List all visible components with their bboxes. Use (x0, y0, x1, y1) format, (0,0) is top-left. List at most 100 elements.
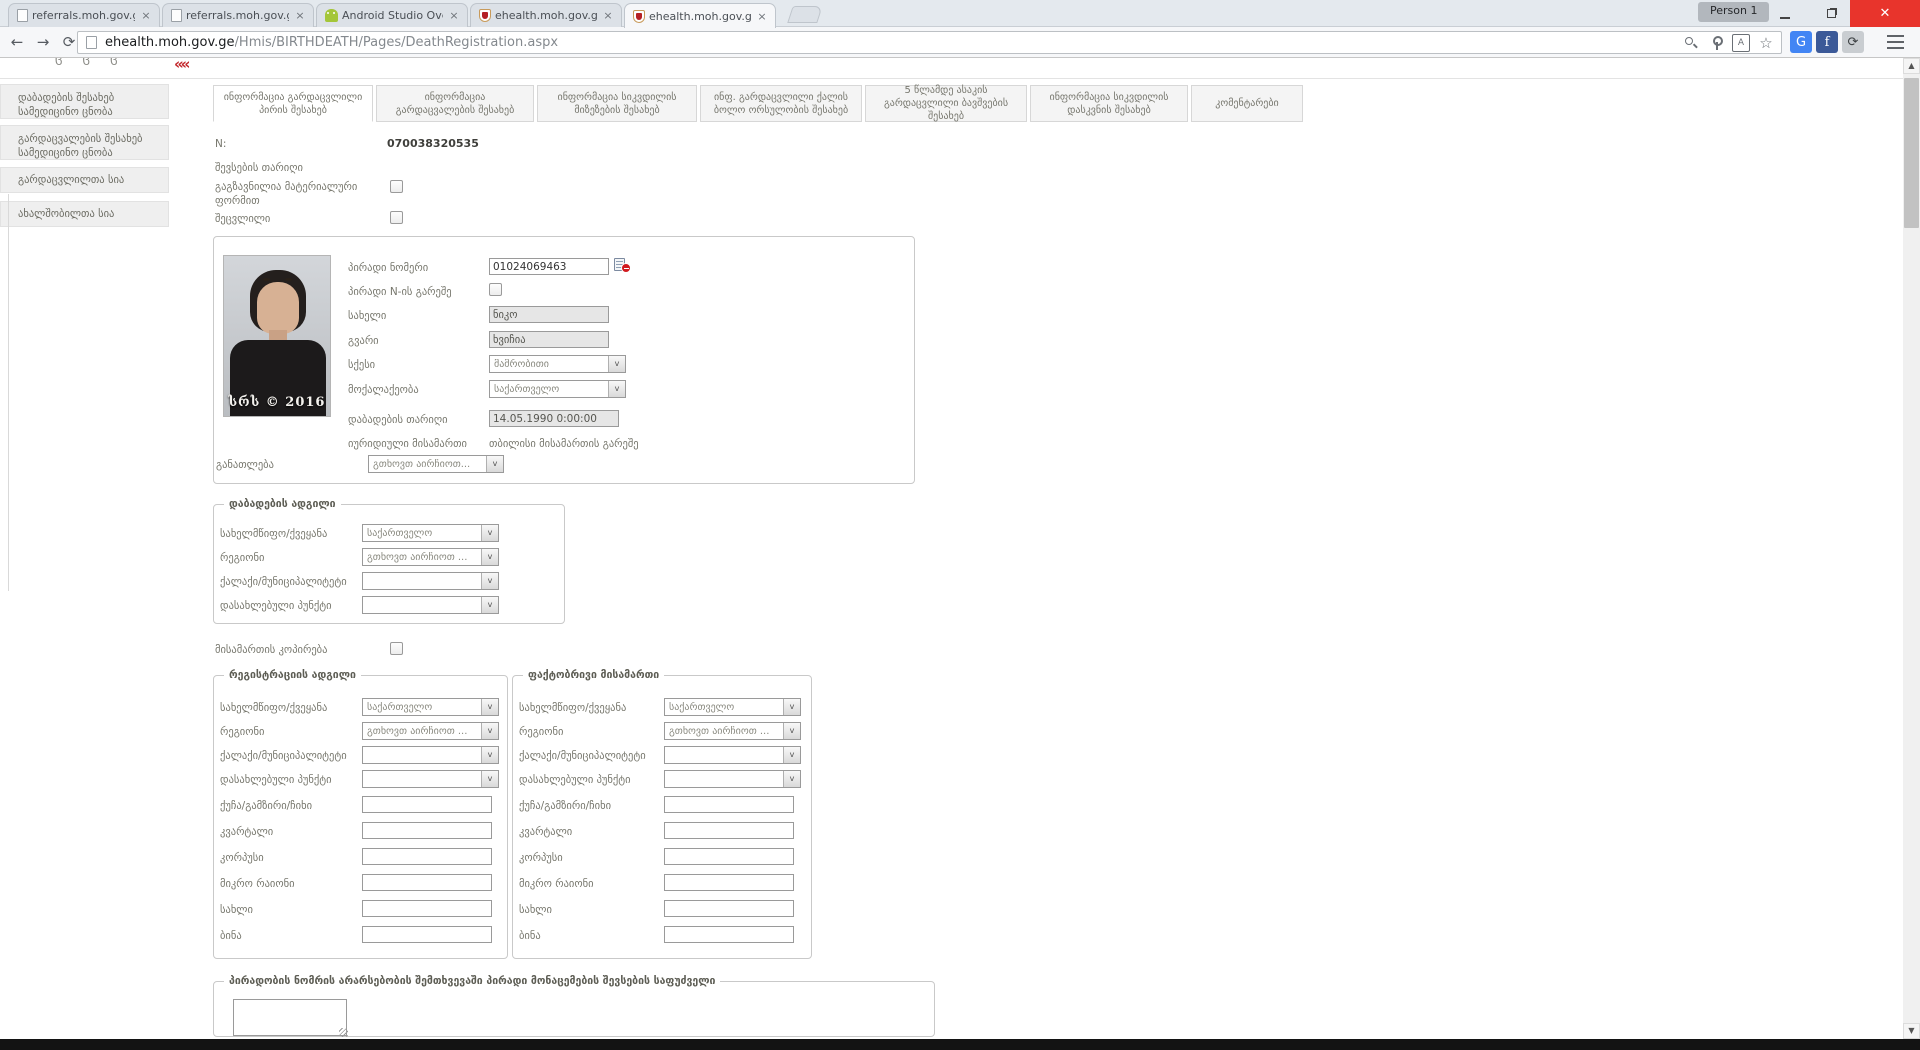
scroll-down-arrow[interactable]: ▼ (1903, 1023, 1920, 1039)
chevron-down-icon: v (608, 356, 625, 372)
reg-microdistrict-input[interactable] (362, 874, 492, 891)
without-personal-n-checkbox[interactable] (489, 283, 502, 296)
reg-region-select[interactable]: გთხოვთ აირჩიოთ ... v (362, 722, 499, 740)
reg-flat-input[interactable] (362, 926, 492, 943)
copy-address-checkbox[interactable] (390, 642, 403, 655)
birth-place-fieldset: დაბადების ადგილი სახელმწიფო/ქვეყანა საქა… (213, 498, 565, 624)
emblem-favicon-icon (479, 9, 491, 22)
flat-label: ბინა (519, 930, 541, 942)
reg-settlement-select[interactable]: v (362, 770, 499, 788)
zoom-icon[interactable] (1682, 34, 1700, 52)
tab-deceased-person-info[interactable]: ინფორმაცია გარდაცვლილი პირის შესახებ (213, 85, 373, 122)
back-button[interactable]: ← (5, 30, 29, 54)
browser-toolbar: ← → ⟳ ehealth.moh.gov.ge /Hmis/BIRTHDEAT… (0, 27, 1920, 58)
scroll-up-arrow[interactable]: ▲ (1903, 58, 1920, 74)
education-label: განათლება (216, 459, 274, 471)
tab-comments[interactable]: კომენტარები (1191, 85, 1303, 122)
sidebar-item-birth-certificate[interactable]: დაბადების შესახებ სამედიცინო ცნობა (0, 84, 169, 119)
tab-children-under5-info[interactable]: 5 წლამდე ასაკის გარდაცვლილი ბავშვების შე… (865, 85, 1027, 122)
reg-building-input[interactable] (362, 848, 492, 865)
fact-city-select[interactable]: v (664, 746, 801, 764)
registration-place-legend: რეგისტრაციის ადგილი (229, 669, 356, 681)
person-fieldset: სრს © 2016 პირადი ნომერი პირადი N-ის გარ… (213, 236, 915, 484)
fact-house-input[interactable] (664, 900, 794, 917)
reg-street-input[interactable] (362, 796, 492, 813)
url-field[interactable]: ehealth.moh.gov.ge /Hmis/BIRTHDEATH/Page… (77, 31, 1782, 54)
citizenship-select[interactable]: საქართველო v (489, 380, 626, 398)
fill-date-label: შევსების თარიღი (215, 162, 303, 174)
tab-close-icon[interactable]: × (139, 9, 153, 22)
fact-flat-input[interactable] (664, 926, 794, 943)
close-button[interactable]: ✕ (1850, 0, 1920, 27)
tab-close-icon[interactable]: × (293, 9, 307, 22)
forward-button[interactable]: → (31, 30, 55, 54)
bookmark-star-icon[interactable]: ☆ (1757, 34, 1775, 52)
first-name-input (489, 306, 609, 323)
fact-building-input[interactable] (664, 848, 794, 865)
browser-tab[interactable]: Android Studio Overview × (316, 3, 468, 27)
fact-settlement-select[interactable]: v (664, 770, 801, 788)
basis-textarea[interactable] (233, 999, 347, 1036)
maximize-button[interactable] (1812, 0, 1850, 27)
sex-select[interactable]: მამრობითი v (489, 355, 626, 373)
chevron-down-icon: v (783, 771, 800, 787)
key-icon[interactable] (1707, 34, 1725, 52)
sync-extension-icon[interactable]: ⟳ (1842, 31, 1864, 53)
fact-street-input[interactable] (664, 796, 794, 813)
minimize-icon (1780, 16, 1790, 19)
new-tab-button[interactable] (787, 6, 823, 23)
fact-microdistrict-input[interactable] (664, 874, 794, 891)
browser-tab[interactable]: referrals.moh.gov.ge/Refe × (162, 3, 314, 27)
chevron-down-icon: v (608, 381, 625, 397)
city-label: ქალაქი/მუნიციპალიტეტი (220, 576, 347, 588)
tab-close-icon[interactable]: × (601, 9, 615, 22)
reg-city-select[interactable]: v (362, 746, 499, 764)
reg-quarter-input[interactable] (362, 822, 492, 839)
tab-last-pregnancy-info[interactable]: ინფ. გარდაცვლილი ქალის ბოლო ორსულობის შე… (700, 85, 862, 122)
browser-tab-active[interactable]: ehealth.moh.gov.ge/Hmis × (624, 3, 776, 28)
translate-icon[interactable]: A (1732, 33, 1750, 52)
birth-city-select[interactable]: v (362, 572, 499, 590)
tab-death-conclusion-info[interactable]: ინფორმაცია სიკვდილის დასკვნის შესახებ (1030, 85, 1188, 122)
sidebar-item-newborn-list[interactable]: ახალშობილთა სია (0, 201, 169, 227)
collapse-sidebar-icon[interactable]: «« (174, 55, 190, 73)
browser-tab[interactable]: referrals.moh.gov.ge/Refe × (8, 3, 160, 27)
facebook-extension-icon[interactable]: f (1816, 31, 1838, 53)
changed-checkbox[interactable] (390, 211, 403, 224)
minimize-button[interactable] (1765, 0, 1805, 27)
tab-close-icon[interactable]: × (447, 9, 461, 22)
personal-number-input[interactable] (489, 258, 609, 275)
sidebar-item-deceased-list[interactable]: გარდაცვლილთა სია (0, 167, 169, 193)
birth-region-select[interactable]: გთხოვთ აირჩიოთ ... v (362, 548, 499, 566)
fact-quarter-input[interactable] (664, 822, 794, 839)
url-host: ehealth.moh.gov.ge (105, 35, 235, 50)
validation-error-icon[interactable] (614, 257, 632, 274)
chevron-down-icon: v (481, 549, 498, 565)
tab-death-info[interactable]: ინფორმაცია გარდაცვალების შესახებ (376, 85, 534, 122)
basis-legend: პირადობის ნომრის არარსებობის შემთხვევაში… (229, 975, 716, 987)
tab-title: Android Studio Overview (342, 9, 443, 22)
birth-country-select[interactable]: საქართველო v (362, 524, 499, 542)
education-select[interactable]: გთხოვთ აირჩიოთ... v (368, 455, 504, 473)
scrollbar-thumb[interactable] (1904, 78, 1919, 228)
sidebar-item-death-certificate[interactable]: გარდაცვალების შესახებ სამედიცინო ცნობა (0, 125, 169, 160)
reg-country-select[interactable]: საქართველო v (362, 698, 499, 716)
fact-region-select[interactable]: გთხოვთ აირჩიოთ ... v (664, 722, 801, 740)
reg-house-input[interactable] (362, 900, 492, 917)
legal-address-value: თბილისი მისამართის გარეშე (489, 438, 639, 450)
sent-material-checkbox[interactable] (390, 180, 403, 193)
last-name-input (489, 331, 609, 348)
profile-badge[interactable]: Person 1 (1698, 2, 1770, 22)
browser-tab[interactable]: ehealth.moh.gov.ge/Hmis × (470, 3, 622, 27)
menu-button[interactable] (1884, 31, 1906, 53)
fact-country-select[interactable]: საქართველო v (664, 698, 801, 716)
birth-settlement-select[interactable]: v (362, 596, 499, 614)
first-name-label: სახელი (348, 310, 387, 322)
basis-fieldset: პირადობის ნომრის არარსებობის შემთხვევაში… (213, 975, 935, 1037)
resize-grip[interactable] (339, 1028, 348, 1037)
translate-extension-icon[interactable]: G (1790, 31, 1812, 53)
tab-close-icon[interactable]: × (755, 10, 769, 23)
vertical-scrollbar[interactable]: ▲ ▼ (1903, 58, 1920, 1039)
chevron-down-icon: v (481, 771, 498, 787)
tab-death-causes-info[interactable]: ინფორმაცია სიკვდილის მიზეზების შესახებ (537, 85, 697, 122)
